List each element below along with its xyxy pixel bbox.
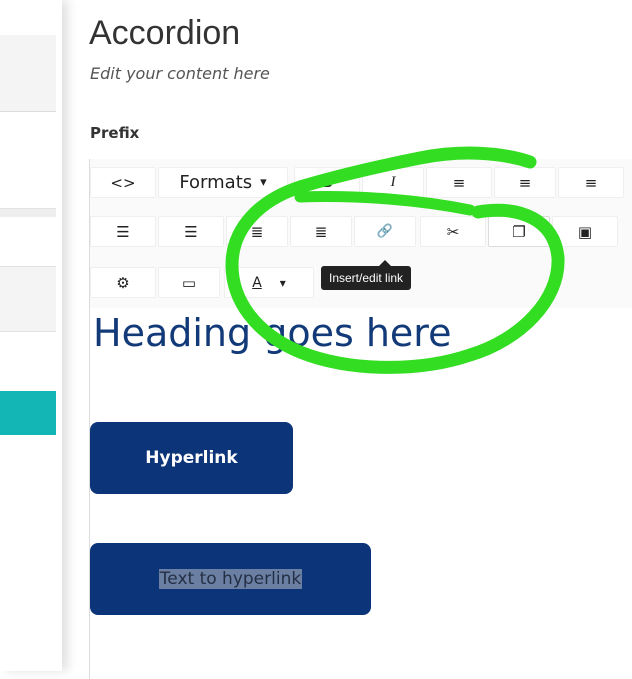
- text-color-icon: A: [252, 274, 262, 291]
- rich-text-editor: <> Formats ▾ B I ≡ ≡ ≡ ☰ ☰ ≣ ≣ 🔗 ✂ ❐ ▣ ⚙…: [89, 159, 632, 679]
- left-panel-active-item[interactable]: [0, 391, 56, 435]
- image-icon: ▣: [577, 222, 593, 241]
- settings-button[interactable]: ⚙: [90, 267, 156, 298]
- formats-dropdown[interactable]: Formats ▾: [158, 167, 288, 198]
- selected-text: Text to hyperlink: [158, 569, 303, 589]
- italic-icon: I: [390, 174, 396, 190]
- bold-button[interactable]: B: [294, 167, 360, 198]
- outdent-button[interactable]: ≣: [226, 216, 288, 247]
- unlink-icon: ✂: [446, 222, 460, 241]
- preview-button[interactable]: ▭: [158, 267, 220, 298]
- align-right-button[interactable]: ≡: [558, 167, 624, 198]
- gear-icon: ⚙: [116, 273, 130, 292]
- align-center-button[interactable]: ≡: [494, 167, 556, 198]
- left-panel: [0, 0, 62, 671]
- field-label-prefix: Prefix: [90, 124, 140, 142]
- bold-icon: B: [321, 174, 333, 191]
- page-subtitle: Edit your content here: [90, 64, 270, 83]
- code-icon: <>: [110, 173, 136, 192]
- text-to-hyperlink-button[interactable]: Text to hyperlink: [90, 543, 371, 615]
- align-left-icon: ≡: [452, 173, 466, 192]
- hyperlink-button-label: Hyperlink: [145, 448, 238, 468]
- chevron-down-icon: ▾: [260, 175, 267, 190]
- outdent-icon: ≣: [250, 222, 264, 241]
- align-right-icon: ≡: [584, 173, 598, 192]
- align-left-button[interactable]: ≡: [426, 167, 492, 198]
- chevron-down-icon: ▾: [279, 275, 286, 290]
- content-heading: Heading goes here: [93, 311, 452, 355]
- left-panel-item[interactable]: [0, 266, 56, 332]
- insert-link-button[interactable]: 🔗: [354, 216, 416, 247]
- bookmark-icon: ❐: [512, 222, 526, 241]
- formats-label: Formats: [179, 172, 253, 193]
- monitor-icon: ▭: [181, 273, 197, 292]
- numbered-list-icon: ☰: [184, 222, 198, 241]
- left-panel-divider: [0, 208, 56, 217]
- tooltip: Insert/edit link: [321, 260, 412, 290]
- left-panel-item[interactable]: [0, 35, 56, 112]
- link-icon: 🔗: [376, 224, 394, 239]
- align-center-icon: ≡: [518, 173, 532, 192]
- italic-button[interactable]: I: [362, 167, 424, 198]
- bookmark-button[interactable]: ❐: [488, 216, 550, 247]
- editor-toolbar: <> Formats ▾ B I ≡ ≡ ≡ ☰ ☰ ≣ ≣ 🔗 ✂ ❐ ▣ ⚙…: [90, 159, 632, 308]
- indent-icon: ≣: [314, 222, 328, 241]
- bullet-list-icon: ☰: [116, 222, 130, 241]
- bullet-list-button[interactable]: ☰: [90, 216, 156, 247]
- numbered-list-button[interactable]: ☰: [158, 216, 224, 247]
- text-color-dropdown[interactable]: A ▾: [224, 267, 314, 298]
- unlink-button[interactable]: ✂: [420, 216, 486, 247]
- editor-panel: Accordion Edit your content here Prefix …: [62, 0, 632, 679]
- page-title: Accordion: [89, 14, 241, 52]
- hyperlink-button[interactable]: Hyperlink: [90, 422, 293, 494]
- insert-image-button[interactable]: ▣: [552, 216, 618, 247]
- source-code-button[interactable]: <>: [90, 167, 156, 198]
- indent-button[interactable]: ≣: [290, 216, 352, 247]
